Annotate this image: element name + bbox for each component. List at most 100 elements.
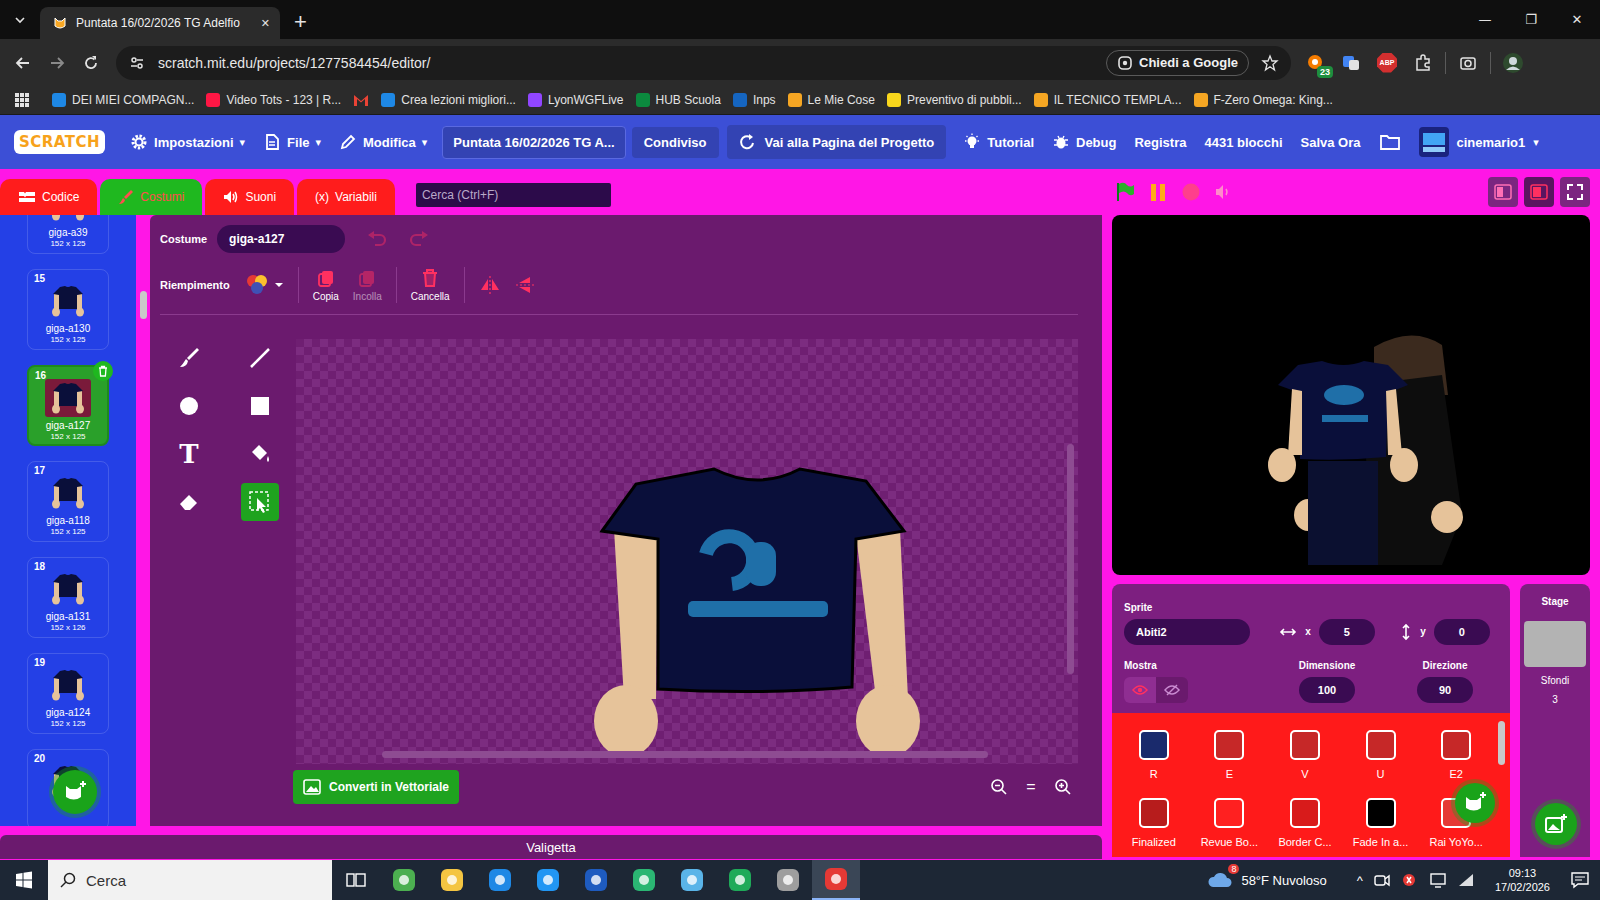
costume-item[interactable]: 15 giga-a130 152 x 125 bbox=[27, 269, 109, 350]
sprite-list-scrollbar[interactable] bbox=[1498, 721, 1505, 765]
profile-button[interactable] bbox=[1499, 49, 1527, 77]
tutorial-button[interactable]: Tutorial bbox=[954, 115, 1043, 169]
forward-button[interactable] bbox=[40, 46, 74, 80]
bookmark-item[interactable]: Le Mie Cose bbox=[788, 93, 875, 107]
green-flag-button[interactable] bbox=[1114, 181, 1136, 203]
bookmark-star-icon[interactable] bbox=[1261, 54, 1279, 72]
bookmark-item[interactable]: HUB Scuola bbox=[636, 93, 721, 107]
size-field[interactable]: 100 bbox=[1299, 677, 1355, 703]
taskbar-app[interactable] bbox=[476, 860, 524, 900]
project-title-field[interactable]: Puntata 16/02/2026 TG A... bbox=[442, 126, 625, 159]
pause-button[interactable] bbox=[1147, 181, 1169, 203]
extensions-menu-button[interactable] bbox=[1409, 49, 1437, 77]
extension-button[interactable]: 23 bbox=[1301, 49, 1329, 77]
ask-google-button[interactable]: Chiedi a Google bbox=[1106, 50, 1249, 76]
editor-tab[interactable]: Suoni bbox=[205, 179, 294, 215]
sprite-item[interactable]: E bbox=[1192, 721, 1268, 789]
tab-search-button[interactable] bbox=[0, 0, 40, 39]
network-icon[interactable] bbox=[1429, 871, 1447, 889]
bookmark-item[interactable]: Inps bbox=[733, 93, 776, 107]
direction-field[interactable]: 90 bbox=[1417, 677, 1473, 703]
taskbar-app[interactable] bbox=[812, 860, 860, 900]
site-info-icon[interactable] bbox=[128, 54, 146, 72]
sprite-item[interactable]: Fade In a... bbox=[1343, 789, 1419, 857]
meet-now-icon[interactable] bbox=[1373, 871, 1391, 889]
zoom-out-button[interactable] bbox=[990, 778, 1008, 796]
bookmark-item[interactable]: Crea lezioni migliori... bbox=[381, 93, 516, 107]
defender-icon[interactable] bbox=[1401, 871, 1419, 889]
delete-costume-button[interactable] bbox=[93, 361, 113, 381]
paint-tool-button[interactable] bbox=[170, 339, 208, 377]
taskbar-app[interactable] bbox=[572, 860, 620, 900]
costume-item[interactable]: giga-a39 152 x 125 bbox=[27, 215, 109, 254]
paint-tool-button[interactable] bbox=[170, 387, 208, 425]
bookmark-item[interactable]: LyonWGFLive bbox=[528, 93, 624, 107]
costume-item[interactable]: 17 giga-a118 152 x 125 bbox=[27, 461, 109, 542]
menu-item[interactable]: Impostazioni ▾ bbox=[121, 115, 254, 169]
show-button[interactable] bbox=[1124, 677, 1156, 703]
stage-mode-button[interactable] bbox=[1488, 177, 1518, 207]
notification-icon[interactable] bbox=[1570, 870, 1590, 890]
hide-button[interactable] bbox=[1156, 677, 1188, 703]
costume-item[interactable]: 18 giga-a131 152 x 126 bbox=[27, 557, 109, 638]
debug-button[interactable]: Debug bbox=[1043, 115, 1125, 169]
tray-overflow-button[interactable]: ^ bbox=[1357, 873, 1363, 888]
taskbar-app[interactable] bbox=[380, 860, 428, 900]
sound-toggle-button[interactable] bbox=[1213, 181, 1235, 203]
save-now-button[interactable]: Salva Ora bbox=[1292, 115, 1370, 169]
account-menu[interactable]: cinemario1 ▾ bbox=[1410, 115, 1548, 169]
canvas-vertical-scrollbar[interactable] bbox=[1067, 444, 1074, 674]
paint-tool-button[interactable] bbox=[241, 387, 279, 425]
weather-widget[interactable]: 8 58°F Nuvoloso bbox=[1207, 871, 1326, 889]
menu-item[interactable]: File ▾ bbox=[254, 115, 330, 169]
editor-tab[interactable]: Costumi bbox=[100, 179, 202, 215]
sprite-item[interactable]: Border C... bbox=[1267, 789, 1343, 857]
redo-button[interactable] bbox=[409, 231, 429, 247]
reload-button[interactable] bbox=[74, 46, 108, 80]
paint-tool-button[interactable] bbox=[170, 483, 208, 521]
taskbar-app[interactable] bbox=[524, 860, 572, 900]
bookmark-item[interactable]: IL TECNICO TEMPLA... bbox=[1034, 93, 1182, 107]
x-field[interactable]: 5 bbox=[1319, 619, 1375, 645]
paint-action-button[interactable]: Incolla bbox=[353, 268, 382, 302]
menu-item[interactable]: Modifica ▾ bbox=[330, 115, 436, 169]
costume-item[interactable]: 16 giga-a127 152 x 125 bbox=[27, 365, 109, 446]
stage-canvas[interactable] bbox=[1112, 215, 1590, 575]
taskbar-app[interactable] bbox=[428, 860, 476, 900]
sprite-name-field[interactable]: Abiti2 bbox=[1124, 619, 1250, 645]
taskbar-search-field[interactable]: Cerca bbox=[48, 860, 332, 900]
fill-color-picker[interactable] bbox=[244, 273, 284, 297]
my-stuff-button[interactable] bbox=[1370, 115, 1410, 169]
new-tab-button[interactable]: + bbox=[294, 7, 307, 39]
taskbar-app[interactable] bbox=[716, 860, 764, 900]
bookmark-item[interactable]: DEI MIEI COMPAGN... bbox=[52, 93, 194, 107]
add-costume-button[interactable] bbox=[53, 770, 97, 814]
bookmark-item[interactable]: F-Zero Omega: King... bbox=[1194, 93, 1333, 107]
screen-capture-button[interactable] bbox=[1454, 49, 1482, 77]
paint-tool-button[interactable]: T bbox=[170, 435, 208, 473]
sprite-item[interactable]: Revue Bo... bbox=[1192, 789, 1268, 857]
apps-grid-icon[interactable] bbox=[14, 92, 30, 108]
flip-horizontal-button[interactable] bbox=[479, 275, 501, 295]
scratch-logo[interactable]: SCRATCH bbox=[14, 130, 105, 154]
window-control-button[interactable]: — bbox=[1462, 0, 1508, 39]
back-button[interactable] bbox=[6, 46, 40, 80]
sprite-item[interactable]: E2 bbox=[1418, 721, 1494, 789]
paint-tool-button[interactable] bbox=[241, 339, 279, 377]
paint-canvas[interactable] bbox=[296, 339, 1078, 764]
stage-mode-button[interactable] bbox=[1560, 177, 1590, 207]
undo-button[interactable] bbox=[367, 231, 387, 247]
costume-list-scrollbar[interactable] bbox=[136, 215, 150, 826]
scrollbar-thumb[interactable] bbox=[140, 291, 147, 319]
costume-item[interactable]: 19 giga-a124 152 x 125 bbox=[27, 653, 109, 734]
clock[interactable]: 09:13 17/02/2026 bbox=[1495, 866, 1550, 895]
canvas-horizontal-scrollbar[interactable] bbox=[382, 751, 988, 758]
paint-tool-button[interactable] bbox=[241, 435, 279, 473]
task-view-button[interactable] bbox=[332, 860, 380, 900]
zoom-in-button[interactable] bbox=[1054, 778, 1072, 796]
zoom-reset-button[interactable]: = bbox=[1022, 778, 1040, 796]
start-button[interactable] bbox=[0, 860, 48, 900]
address-bar[interactable]: scratch.mit.edu/projects/1277584454/edit… bbox=[116, 46, 1291, 80]
taskbar-app[interactable] bbox=[764, 860, 812, 900]
project-page-button[interactable]: Vai alla Pagina del Progetto bbox=[727, 125, 947, 159]
